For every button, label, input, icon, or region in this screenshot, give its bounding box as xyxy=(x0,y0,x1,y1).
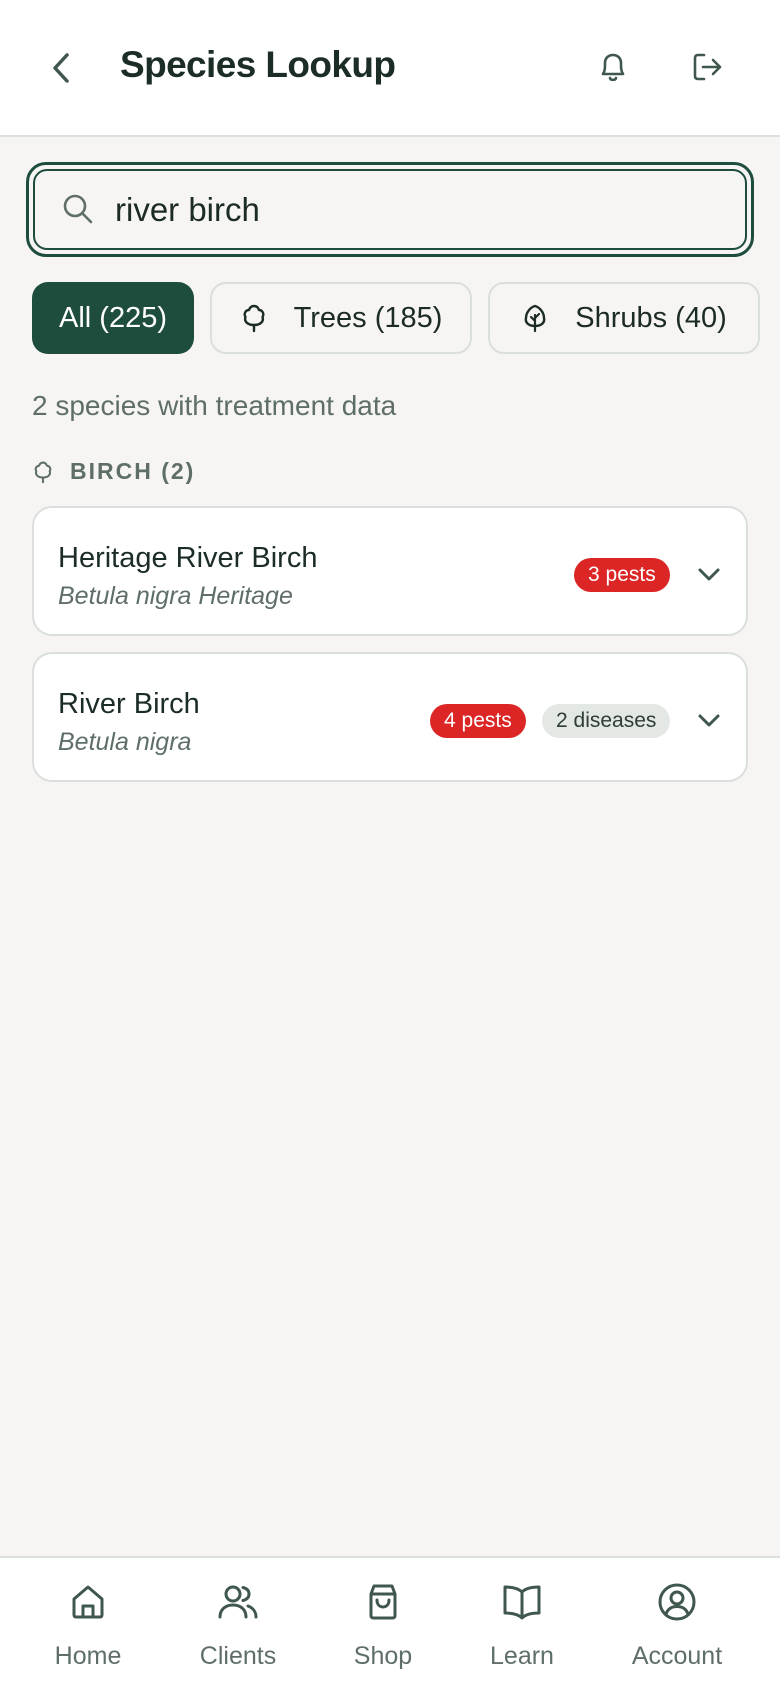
page-title: Species Lookup xyxy=(120,44,396,85)
logout-button[interactable] xyxy=(684,44,730,90)
chevron-down-icon[interactable] xyxy=(692,558,726,592)
nav-label-learn: Learn xyxy=(490,1642,554,1670)
search-box xyxy=(26,162,754,257)
bell-icon xyxy=(601,53,625,82)
nav-item-clients[interactable]: Clients xyxy=(168,1582,308,1682)
app-header: Species Lookup xyxy=(0,0,780,137)
shrub-icon xyxy=(521,303,549,333)
results-summary: 2 species with treatment data xyxy=(32,390,397,421)
filter-chip-all-label: All (225) xyxy=(59,301,167,334)
home-icon xyxy=(18,1582,158,1622)
species-name: Heritage River Birch xyxy=(58,542,318,574)
species-scientific-name: Betula nigra xyxy=(58,728,192,756)
shopping-bag-icon xyxy=(313,1582,453,1622)
nav-item-shop[interactable]: Shop xyxy=(313,1582,453,1682)
filter-chip-trees-label: Trees (185) xyxy=(293,301,443,334)
search-field xyxy=(33,169,747,250)
book-icon xyxy=(452,1582,592,1622)
search-icon xyxy=(61,192,95,231)
species-scientific-name: Betula nigra Heritage xyxy=(58,582,293,610)
search-input[interactable] xyxy=(115,185,715,235)
diseases-badge: 2 diseases xyxy=(542,704,671,738)
species-name: River Birch xyxy=(58,688,200,720)
pests-badge: 4 pests xyxy=(430,704,526,738)
nav-item-home[interactable]: Home xyxy=(18,1582,158,1682)
filter-chip-all[interactable]: All (225) xyxy=(32,282,194,354)
nav-item-learn[interactable]: Learn xyxy=(452,1582,592,1682)
species-card-river-birch[interactable]: River Birch Betula nigra 4 pests 2 disea… xyxy=(32,652,748,782)
bottom-nav: Home Clients Shop Learn Account xyxy=(0,1556,780,1688)
nav-label-home: Home xyxy=(54,1642,122,1670)
nav-label-account: Account xyxy=(631,1642,723,1670)
chevron-down-icon[interactable] xyxy=(692,704,726,738)
nav-item-account[interactable]: Account xyxy=(607,1582,747,1682)
tree-icon xyxy=(240,303,268,333)
nav-label-shop: Shop xyxy=(353,1642,413,1670)
filter-chip-shrubs-label: Shrubs (40) xyxy=(575,301,727,334)
account-icon xyxy=(607,1582,747,1622)
filter-chip-trees[interactable]: Trees (185) xyxy=(210,282,472,354)
tree-icon xyxy=(34,461,52,483)
users-icon xyxy=(168,1582,308,1622)
group-label: BIRCH (2) xyxy=(70,458,196,484)
logout-icon xyxy=(693,53,722,81)
group-header-birch: BIRCH (2) xyxy=(32,458,195,485)
notifications-button[interactable] xyxy=(590,44,636,90)
chevron-left-icon xyxy=(53,53,69,83)
species-card-heritage-river-birch[interactable]: Heritage River Birch Betula nigra Herita… xyxy=(32,506,748,636)
back-button[interactable] xyxy=(40,46,84,90)
nav-label-clients: Clients xyxy=(199,1642,277,1670)
pests-badge: 3 pests xyxy=(574,558,670,592)
filter-chip-shrubs[interactable]: Shrubs (40) xyxy=(488,282,760,354)
